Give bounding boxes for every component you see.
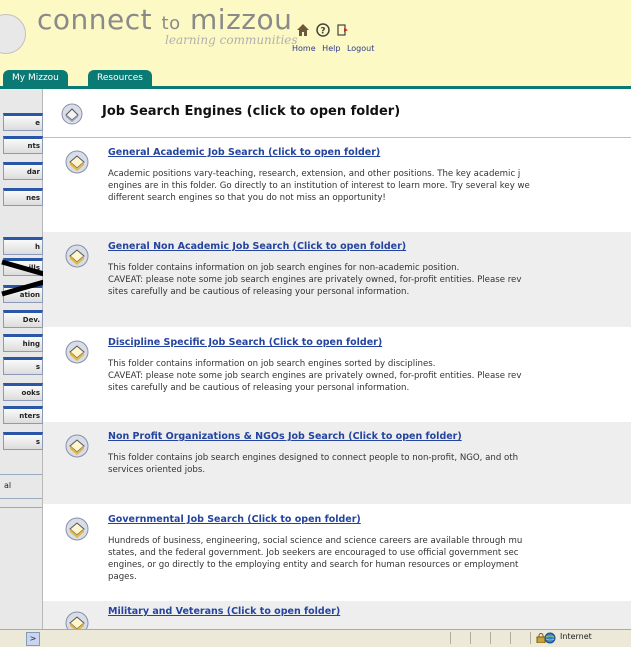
description-line: Hundreds of business, engineering, socia… [108, 536, 523, 546]
logo-word-connect: connect [37, 3, 153, 36]
folder-link[interactable]: Non Profit Organizations & NGOs Job Sear… [108, 431, 462, 442]
status-cell [490, 632, 491, 644]
folder-entry: General Academic Job Search (click to op… [43, 138, 631, 232]
status-cell [450, 632, 451, 644]
logo-word-mizzou: mizzou [190, 3, 293, 36]
logout-link[interactable]: Logout [347, 44, 374, 53]
folder-entry: Non Profit Organizations & NGOs Job Sear… [43, 422, 631, 504]
description-line: Academic positions vary-teaching, resear… [108, 169, 521, 179]
description-line: states, and the federal government. Job … [108, 548, 519, 558]
sidebar-item-10[interactable]: s [3, 357, 43, 375]
sidebar-item-3[interactable]: dar [3, 162, 43, 180]
sidebar-link[interactable]: al [4, 481, 11, 490]
folder-description: This folder contains information on job … [108, 262, 521, 298]
sidebar-item-5[interactable]: h [3, 237, 43, 255]
folder-link[interactable]: Governmental Job Search (Click to open f… [108, 514, 361, 525]
sidebar-item-12[interactable]: nters [3, 406, 43, 424]
description-line: CAVEAT: please note some job search engi… [108, 371, 522, 381]
status-cell [510, 632, 511, 644]
description-line: This folder contains job search engines … [108, 453, 519, 463]
folder-description: This folder contains job search engines … [108, 452, 518, 476]
header-icon-group: ? [295, 23, 405, 37]
main-content: Job Search Engines (click to open folder… [43, 89, 631, 629]
folder-link[interactable]: General Academic Job Search (click to op… [108, 147, 380, 158]
folder-icon[interactable] [65, 434, 89, 458]
home-icon[interactable] [296, 23, 310, 37]
sidebar-item-4[interactable]: nes [3, 188, 43, 206]
tab-bar: My Mizzou Resources [0, 66, 631, 89]
tab-resources[interactable]: Resources [88, 70, 152, 86]
description-line: sites carefully and be cautious of relea… [108, 287, 410, 297]
sidebar-item-2[interactable]: nts [3, 136, 43, 154]
security-zone: Internet [560, 632, 592, 641]
logout-icon[interactable] [336, 23, 350, 37]
globe-icon [544, 632, 556, 644]
svg-text:?: ? [320, 27, 325, 37]
sidebar-item-8[interactable]: Dev. [3, 310, 43, 328]
header-links: Home Help Logout [292, 44, 378, 53]
folder-icon[interactable] [65, 517, 89, 541]
folder-description: Academic positions vary-teaching, resear… [108, 168, 530, 204]
page-title: Job Search Engines (click to open folder… [102, 104, 401, 119]
page-header: Job Search Engines (click to open folder… [43, 89, 631, 138]
sidebar-divider [0, 498, 42, 499]
sidebar-divider [0, 507, 42, 508]
description-line: This folder contains information on job … [108, 359, 436, 369]
sidebar: e nts dar nes h ills ation Dev. hing s o… [0, 89, 43, 629]
description-line: engines are in this folder. Go directly … [108, 181, 530, 191]
folder-description: Hundreds of business, engineering, socia… [108, 535, 522, 583]
logo-emblem [0, 14, 26, 54]
folder-icon[interactable] [65, 340, 89, 364]
logo-word-to: to [161, 13, 181, 34]
folder-icon[interactable] [65, 244, 89, 268]
folder-entry: Discipline Specific Job Search (Click to… [43, 328, 631, 422]
description-line: different search engines so that you do … [108, 193, 386, 203]
sidebar-item-11[interactable]: ooks [3, 383, 43, 401]
description-line: services oriented jobs. [108, 465, 206, 475]
folder-link[interactable]: Discipline Specific Job Search (Click to… [108, 337, 382, 348]
folder-entry: Military and Veterans (Click to open fol… [43, 601, 631, 629]
sidebar-item-9[interactable]: hing [3, 334, 43, 352]
description-line: CAVEAT: please note some job search engi… [108, 275, 522, 285]
help-link[interactable]: Help [322, 44, 340, 53]
description-line: sites carefully and be cautious of relea… [108, 383, 410, 393]
folder-entry: General Non Academic Job Search (Click t… [43, 232, 631, 327]
folder-icon [61, 103, 83, 125]
folder-icon[interactable] [65, 150, 89, 174]
folder-link[interactable]: General Non Academic Job Search (Click t… [108, 241, 406, 252]
sidebar-item-13[interactable]: s [3, 432, 43, 450]
status-cell [530, 632, 531, 644]
help-icon[interactable]: ? [316, 23, 330, 37]
status-cell [470, 632, 471, 644]
logo-tagline: learning communities [165, 33, 298, 47]
site-header: connect to mizzou learning communities ?… [0, 0, 631, 66]
sidebar-item-1[interactable]: e [3, 113, 43, 131]
scroll-right-button[interactable]: > [26, 632, 40, 646]
folder-link[interactable]: Military and Veterans (Click to open fol… [108, 606, 340, 617]
folder-icon[interactable] [65, 611, 89, 629]
sidebar-divider [0, 474, 42, 475]
folder-entry: Governmental Job Search (Click to open f… [43, 505, 631, 601]
folder-description: This folder contains information on job … [108, 358, 521, 394]
home-link[interactable]: Home [292, 44, 316, 53]
status-bar: > Internet [0, 629, 631, 647]
description-line: This folder contains information on job … [108, 263, 460, 273]
description-line: pages. [108, 572, 137, 582]
tab-my-mizzou[interactable]: My Mizzou [3, 70, 68, 86]
description-line: engines, or go directly to the employing… [108, 560, 519, 570]
